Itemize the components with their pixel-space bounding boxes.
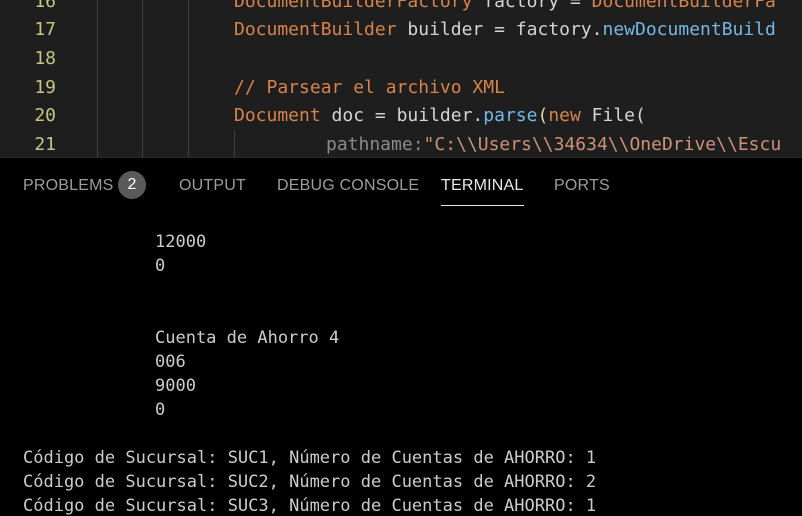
code-text: Document doc = builder.parse(new File( <box>234 102 646 130</box>
tab-output[interactable]: OUTPUT <box>179 174 246 200</box>
code-token: = <box>374 105 386 126</box>
line-number: 16 <box>34 0 56 12</box>
code-line: 18 <box>0 45 802 73</box>
code-line: 16 DocumentBuilderFactory factory = Docum… <box>0 0 802 16</box>
code-token: new <box>548 105 581 126</box>
terminal-output[interactable]: 12000 0 Cuenta de Ahorro 4 006 9000 0 Código d… <box>0 230 802 516</box>
code-token: // Parsear el archivo XML <box>234 77 505 98</box>
terminal-line: 0 <box>155 400 166 420</box>
terminal-line: 9000 <box>155 376 196 396</box>
code-token: DocumentBuilderFa <box>580 0 776 12</box>
code-token: File( <box>580 105 646 126</box>
terminal-line: 006 <box>155 352 186 372</box>
tab-ports[interactable]: PORTS <box>554 174 610 200</box>
code-token: ( <box>537 105 549 126</box>
code-text: DocumentBuilder builder = factory.newDoc… <box>234 16 776 44</box>
code-token: DocumentBuilder <box>234 19 397 40</box>
terminal-line: 0 <box>155 256 166 276</box>
code-token: DocumentBuilderFactory <box>234 0 473 12</box>
code-token: newDocumentBuild <box>602 19 776 40</box>
code-text: // Parsear el archivo XML <box>234 74 505 102</box>
panel-tabs: PROBLEMS 2 OUTPUT DEBUG CONSOLE TERMINAL… <box>0 158 802 210</box>
tab-debug-console[interactable]: DEBUG CONSOLE <box>277 174 419 200</box>
line-number: 19 <box>34 77 56 98</box>
code-token: doc <box>320 105 375 126</box>
line-number: 17 <box>34 19 56 40</box>
line-number: 20 <box>34 105 56 126</box>
code-token: builder. <box>385 105 484 126</box>
tab-terminal[interactable]: TERMINAL <box>441 174 524 206</box>
code-token: pathname: <box>326 134 424 155</box>
code-token: factory. <box>504 19 603 40</box>
code-editor[interactable]: 16 DocumentBuilderFactory factory = Docum… <box>0 0 802 157</box>
code-text: pathname:"C:\\Users\\34634\\OneDrive\\Es… <box>326 131 781 157</box>
code-line: 20 Document doc = builder.parse(new File( <box>0 102 802 130</box>
code-line: 17 DocumentBuilder builder = factory.newD… <box>0 16 802 44</box>
code-token: parse <box>483 105 538 126</box>
terminal-line: Código de Sucursal: SUC1, Número de Cuen… <box>23 448 597 468</box>
terminal-line: 12000 <box>155 232 207 252</box>
code-token: factory <box>472 0 570 12</box>
code-token: = <box>494 19 505 40</box>
problems-count-badge: 2 <box>118 171 146 199</box>
code-line: 19 // Parsear el archivo XML <box>0 74 802 102</box>
code-token: "C:\\Users\\34634\\OneDrive\\Escu <box>423 134 782 155</box>
terminal-line: Código de Sucursal: SUC3, Número de Cuen… <box>23 496 597 516</box>
code-token: = <box>569 0 581 12</box>
line-number: 21 <box>34 134 56 155</box>
code-token: Document <box>234 105 321 126</box>
tab-problems[interactable]: PROBLEMS <box>23 174 114 200</box>
terminal-line: Código de Sucursal: SUC2, Número de Cuen… <box>23 472 597 492</box>
line-number: 18 <box>34 48 56 69</box>
terminal-line: Cuenta de Ahorro 4 <box>155 328 340 348</box>
bottom-panel: PROBLEMS 2 OUTPUT DEBUG CONSOLE TERMINAL… <box>0 157 802 516</box>
code-text: DocumentBuilderFactory factory = Documen… <box>234 0 776 16</box>
code-line: 21 pathname:"C:\\Users\\34634\\OneDrive\\… <box>0 131 802 157</box>
code-token: builder <box>396 19 495 40</box>
